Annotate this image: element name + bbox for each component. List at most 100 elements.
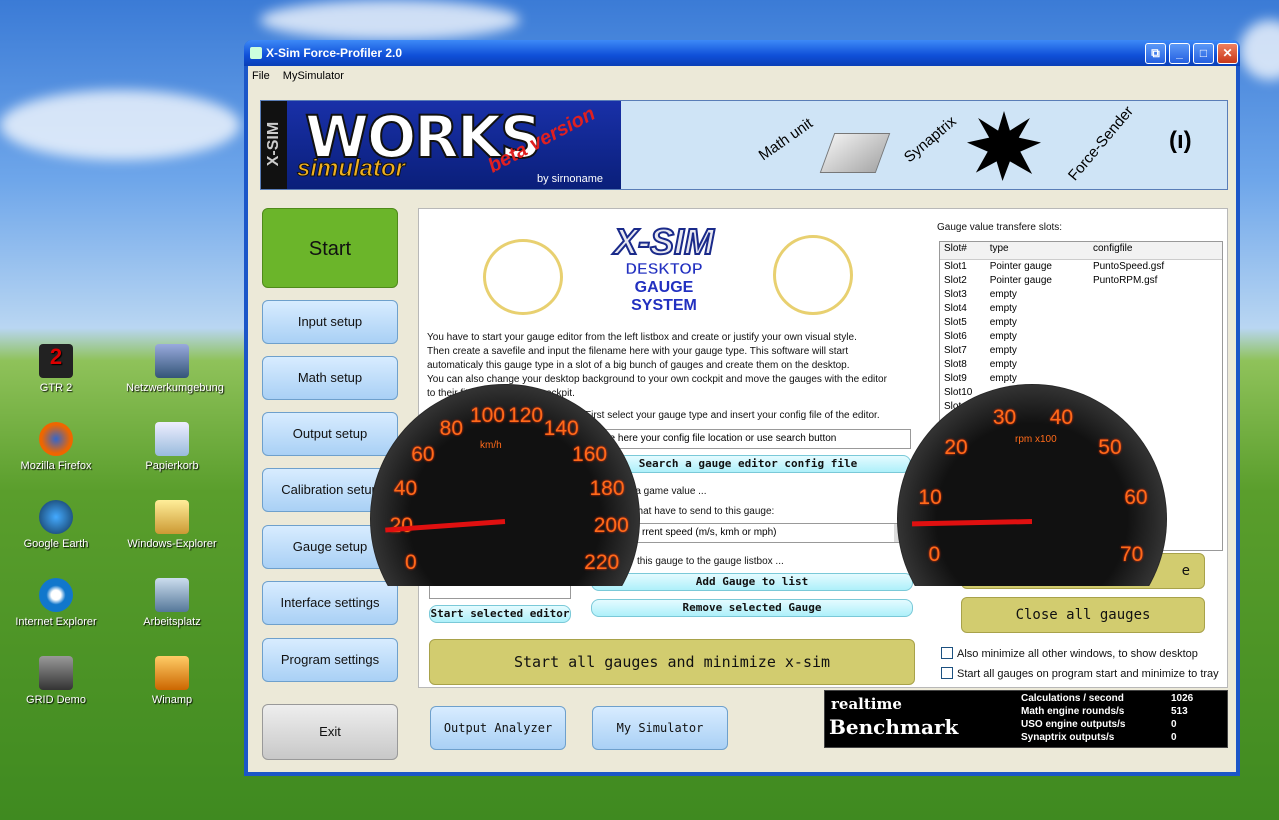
bench-row: USO engine outputs/s 0: [1021, 719, 1177, 730]
my-simulator-button[interactable]: My Simulator: [592, 706, 728, 750]
speed-tick-label: 160: [572, 442, 608, 466]
close-all-gauges-button[interactable]: Close all gauges: [961, 597, 1205, 633]
menu-mysimulator[interactable]: MySimulator: [283, 70, 344, 82]
close-button[interactable]: ✕: [1217, 43, 1238, 64]
rpm-needle: [911, 519, 1033, 527]
nav-input-setup-button[interactable]: Input setup: [262, 300, 398, 344]
logo-desktop: DESKTOP: [625, 261, 703, 279]
logo-xsim: X-SIM: [613, 220, 715, 263]
rpm-tick-label: 70: [1119, 542, 1144, 566]
start-on-program-checkbox[interactable]: Start all gauges on program start and mi…: [941, 667, 1219, 680]
antenna-icon: (ı): [1169, 127, 1192, 154]
grid-demo-icon: [39, 656, 73, 690]
bench-realtime: realtime: [831, 695, 902, 713]
exit-button[interactable]: Exit: [262, 704, 398, 760]
slot-cell: empty: [989, 303, 1017, 314]
desktop-icon-ie[interactable]: Internet Explorer: [10, 578, 102, 628]
works-logo: X-SIM WORKS simulator beta version by si…: [261, 101, 621, 189]
logo-gauge: GAUGE: [634, 279, 694, 296]
slot-cell: [1089, 344, 1222, 358]
math-unit-label: Math unit: [755, 114, 816, 165]
desktop-icon-grid[interactable]: GRID Demo: [10, 656, 102, 706]
my-computer-icon: [155, 578, 189, 612]
logo-system: SYSTEM: [631, 297, 697, 314]
bench-row: Synaptrix outputs/s 0: [1021, 732, 1177, 743]
slot-row[interactable]: Slot6 empty: [940, 330, 1222, 344]
desktop-icon-gtr2[interactable]: 2 GTR 2: [10, 344, 102, 394]
slot-row[interactable]: Slot4 empty: [940, 302, 1222, 316]
winamp-icon: [155, 656, 189, 690]
remove-gauge-button[interactable]: Remove selected Gauge: [591, 599, 913, 617]
slot-cell: empty: [989, 345, 1017, 356]
slot-cell: PuntoRPM.gsf: [1092, 275, 1158, 286]
desktop-icon-winamp[interactable]: Winamp: [126, 656, 218, 706]
rpm-tick-label: 50: [1098, 435, 1122, 459]
slot-cell: Slot5: [944, 317, 967, 328]
minimize-others-checkbox[interactable]: Also minimize all other windows, to show…: [941, 647, 1198, 660]
maximize-button[interactable]: □: [1193, 43, 1214, 64]
slot-row[interactable]: Slot5 empty: [940, 316, 1222, 330]
start-editor-button[interactable]: Start selected editor: [429, 605, 571, 623]
slot-cell: [1089, 288, 1222, 302]
desktop-icon-explorer[interactable]: Windows-Explorer: [126, 500, 218, 550]
col-type[interactable]: type: [986, 242, 1089, 259]
bench-benchmark: Benchmark: [829, 715, 959, 739]
benchmark-panel: realtime Benchmark Calculations / second…: [824, 690, 1228, 748]
speed-unit: km/h: [480, 440, 502, 451]
start-all-gauges-button[interactable]: Start all gauges and minimize x-sim: [429, 639, 915, 685]
window-title: X-Sim Force-Profiler 2.0: [266, 46, 403, 60]
slot-cell: empty: [989, 359, 1017, 370]
nav-interface-settings-button[interactable]: Interface settings: [262, 581, 398, 625]
slot-row[interactable]: Slot8 empty: [940, 358, 1222, 372]
rpm-tick-label: 0: [928, 542, 941, 566]
slot-cell: empty: [989, 289, 1017, 300]
rpm-unit: rpm x100: [1015, 434, 1057, 445]
slot-cell: Slot7: [944, 345, 967, 356]
speed-tick-label: 220: [584, 551, 620, 575]
slot-row[interactable]: Slot7 empty: [940, 344, 1222, 358]
slot-row[interactable]: Slot2 Pointer gauge PuntoRPM.gsf: [940, 274, 1222, 288]
speedometer-face: 020406080100120140160180200220 km/h: [370, 384, 640, 586]
window-titlebar[interactable]: X-Sim Force-Profiler 2.0 ⧉ _ □ ✕: [244, 40, 1240, 66]
slot-cell: [1089, 330, 1222, 344]
desktop-icon-recycle[interactable]: Papierkorb: [126, 422, 218, 472]
desktop-icon-google-earth[interactable]: Google Earth: [10, 500, 102, 550]
tachometer-gauge[interactable]: 0 10 20 30 40 50 60 70 rpm x100: [897, 384, 1167, 586]
speed-tick-label: 60: [411, 442, 435, 466]
nav-program-settings-button[interactable]: Program settings: [262, 638, 398, 682]
gauge-system-logo: X-SIM DESKTOP GAUGE SYSTEM: [483, 220, 853, 321]
speed-tick-label: 80: [439, 417, 464, 441]
desktop-icon-firefox[interactable]: Mozilla Firefox: [10, 422, 102, 472]
output-analyzer-button[interactable]: Output Analyzer: [430, 706, 566, 750]
slot-cell: PuntoSpeed.gsf: [1092, 261, 1165, 272]
xsim-vertical-label: X-SIM: [265, 121, 282, 167]
checkbox-box[interactable]: [941, 647, 953, 659]
slots-title: Gauge value transfere slots:: [937, 222, 1063, 233]
desktop-icon-my-computer[interactable]: Arbeitsplatz: [126, 578, 218, 628]
speedometer-gauge[interactable]: 020406080100120140160180200220 km/h: [370, 384, 640, 586]
slot-cell: Slot4: [944, 303, 967, 314]
nav-start-button[interactable]: Start: [262, 208, 398, 288]
google-earth-icon: [39, 500, 73, 534]
tachometer-face: 0 10 20 30 40 50 60 70 rpm x100: [897, 384, 1167, 586]
col-slot[interactable]: Slot#: [940, 242, 986, 259]
bench-row: Calculations / second 1026: [1021, 693, 1194, 704]
app-icon: [250, 47, 262, 59]
slot-row[interactable]: Slot1 Pointer gauge PuntoSpeed.gsf: [940, 260, 1222, 274]
slot-cell: Pointer gauge: [989, 275, 1052, 286]
network-icon: [155, 344, 189, 378]
simulator-label: simulator: [296, 155, 406, 183]
slot-row[interactable]: Slot3 empty: [940, 288, 1222, 302]
menu-file[interactable]: File: [252, 70, 270, 82]
checkbox-box[interactable]: [941, 667, 953, 679]
desktop-icon-network[interactable]: Netzwerkumgebung: [126, 344, 224, 394]
add-to-list-hint: this gauge to the gauge listbox ...: [637, 556, 784, 567]
col-configfile[interactable]: configfile: [1089, 242, 1222, 259]
bench-row: Math engine rounds/s 513: [1021, 706, 1188, 717]
slot-cell: empty: [989, 331, 1017, 342]
speed-tick-label: 40: [393, 476, 418, 500]
rpm-tick-label: 10: [918, 486, 942, 510]
minimize-button[interactable]: _: [1169, 43, 1190, 64]
slot-cell: Slot1: [944, 261, 967, 272]
restore-special-button[interactable]: ⧉: [1145, 43, 1166, 64]
